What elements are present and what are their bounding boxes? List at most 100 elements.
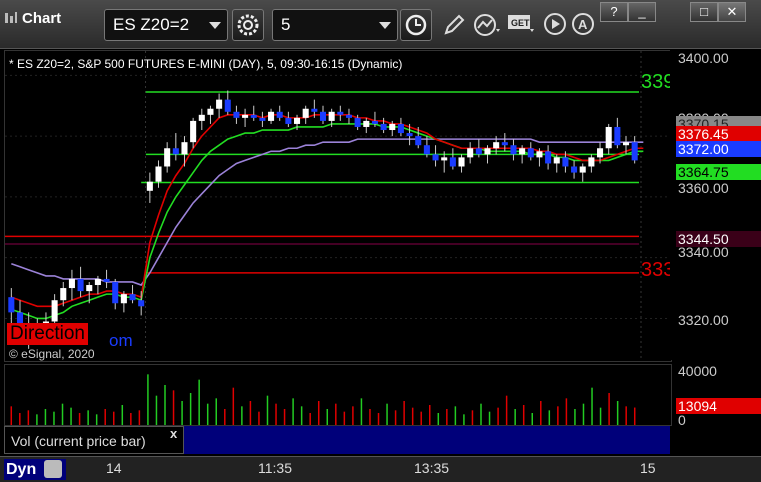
x-tick: 14 xyxy=(106,460,122,476)
candle-body xyxy=(510,145,517,155)
maximize-button[interactable]: □ xyxy=(690,2,718,22)
svg-text:A: A xyxy=(578,17,588,32)
candle-body xyxy=(138,300,145,307)
candle-body xyxy=(588,157,595,167)
volume-chart[interactable] xyxy=(4,364,672,426)
candle-body xyxy=(155,166,162,182)
candle-body xyxy=(571,166,578,173)
x-tick: 11:35 xyxy=(258,460,292,476)
vol-y-tick: 0 xyxy=(678,412,686,428)
clock-icon xyxy=(405,14,427,36)
volume-chart-canvas xyxy=(10,374,636,425)
chevron-down-icon[interactable] xyxy=(209,22,221,29)
minimize-button[interactable]: _ xyxy=(628,2,656,22)
vol-y-tick: 40000 xyxy=(678,363,717,379)
candle-body xyxy=(545,151,552,164)
close-button[interactable]: ✕ xyxy=(718,2,746,22)
candle-body xyxy=(363,120,370,127)
candle-body xyxy=(501,142,508,146)
candle-body xyxy=(146,181,153,191)
price-tag-level: 3364.75 xyxy=(676,164,761,180)
candle-body xyxy=(345,114,353,118)
candle-body xyxy=(216,99,223,109)
candle-body xyxy=(631,142,638,161)
candle-body xyxy=(268,111,275,121)
candle-body xyxy=(467,148,474,158)
chevron-down-icon[interactable] xyxy=(379,22,391,29)
get-icon[interactable]: GET xyxy=(506,11,538,39)
lock-icon[interactable] xyxy=(44,460,62,478)
chart-tab[interactable]: Chart xyxy=(4,10,61,27)
candle-body xyxy=(527,148,534,158)
symbol-value: ES Z20=2 xyxy=(113,15,190,34)
candle-body xyxy=(519,148,526,155)
pencil-icon[interactable] xyxy=(440,11,468,39)
time-axis-bar: Dyn 14 11:35 13:35 15 xyxy=(0,456,761,482)
candle-body xyxy=(77,278,84,292)
candle-body xyxy=(449,157,456,167)
chart-tab-icon xyxy=(5,12,17,23)
candle-body xyxy=(319,111,327,121)
candle-body xyxy=(172,148,179,155)
candle-body xyxy=(60,288,67,301)
candle-body xyxy=(94,278,101,286)
candle-body xyxy=(397,123,404,134)
direction-label: Direction xyxy=(7,323,88,345)
volume-panel-bar: Vol (current price bar) x xyxy=(4,426,670,454)
study-icon[interactable] xyxy=(472,11,504,39)
help-button[interactable]: ? xyxy=(600,2,628,22)
volume-label-box: Vol (current price bar) xyxy=(4,426,184,454)
gear-icon xyxy=(237,14,259,36)
candle-body xyxy=(553,157,560,164)
candle-body xyxy=(484,148,491,155)
candle-body xyxy=(380,123,387,131)
candle-body xyxy=(432,154,439,161)
candle-body xyxy=(562,157,569,167)
candle-body xyxy=(622,142,630,146)
candle-body xyxy=(129,294,136,301)
price-axis[interactable]: 3400.00 3380.00 3360.00 3340.00 3320.00 … xyxy=(670,50,761,360)
link-icon[interactable]: A xyxy=(570,11,596,37)
candle-body xyxy=(198,114,205,121)
y-tick: 3400.00 xyxy=(678,50,729,66)
candle-body xyxy=(493,142,500,149)
candle-body xyxy=(406,133,413,137)
candle-body xyxy=(250,114,257,118)
candle-body xyxy=(68,278,75,289)
chart-title: * ES Z20=2, S&P 500 FUTURES E-MINI (DAY)… xyxy=(9,57,403,71)
interval-combo[interactable]: 5 xyxy=(272,9,398,41)
candle-body xyxy=(224,99,231,112)
candle-body xyxy=(181,142,188,155)
candle-body xyxy=(103,278,110,282)
candle-body xyxy=(337,111,344,115)
title-bar: Chart ES Z20=2 5 GET A ? _ □ ✕ xyxy=(0,0,761,49)
candle-body xyxy=(190,120,197,143)
candle-body xyxy=(164,148,171,167)
candle-body xyxy=(579,166,586,173)
price-tag-low: 3344.50 xyxy=(676,231,761,247)
price-chart[interactable]: * ES Z20=2, S&P 500 FUTURES E-MINI (DAY)… xyxy=(4,50,674,362)
candle-body xyxy=(423,145,430,155)
volume-axis: 40000 0 13094 xyxy=(670,363,761,428)
candle-body xyxy=(371,120,378,124)
symbol-combo[interactable]: ES Z20=2 xyxy=(104,9,228,41)
settings-button[interactable] xyxy=(232,9,264,41)
time-button[interactable] xyxy=(400,9,432,41)
candle-body xyxy=(614,126,621,146)
interval-value: 5 xyxy=(281,15,291,34)
candle-body xyxy=(605,126,612,149)
dyn-label: Dyn xyxy=(6,461,37,478)
close-icon[interactable]: x xyxy=(170,426,177,441)
dyn-button[interactable]: Dyn xyxy=(4,459,66,480)
candle-body xyxy=(328,111,335,121)
volume-label: Vol (current price bar) xyxy=(11,433,146,449)
candle-body xyxy=(207,108,214,115)
candle-body xyxy=(8,297,15,313)
play-icon[interactable] xyxy=(542,11,568,37)
candle-body xyxy=(259,117,266,121)
candle-body xyxy=(112,281,119,304)
copyright-label: © eSignal, 2020 xyxy=(9,347,95,361)
candle-body xyxy=(120,294,127,304)
candle-body xyxy=(597,148,604,158)
candle-body xyxy=(441,157,448,161)
